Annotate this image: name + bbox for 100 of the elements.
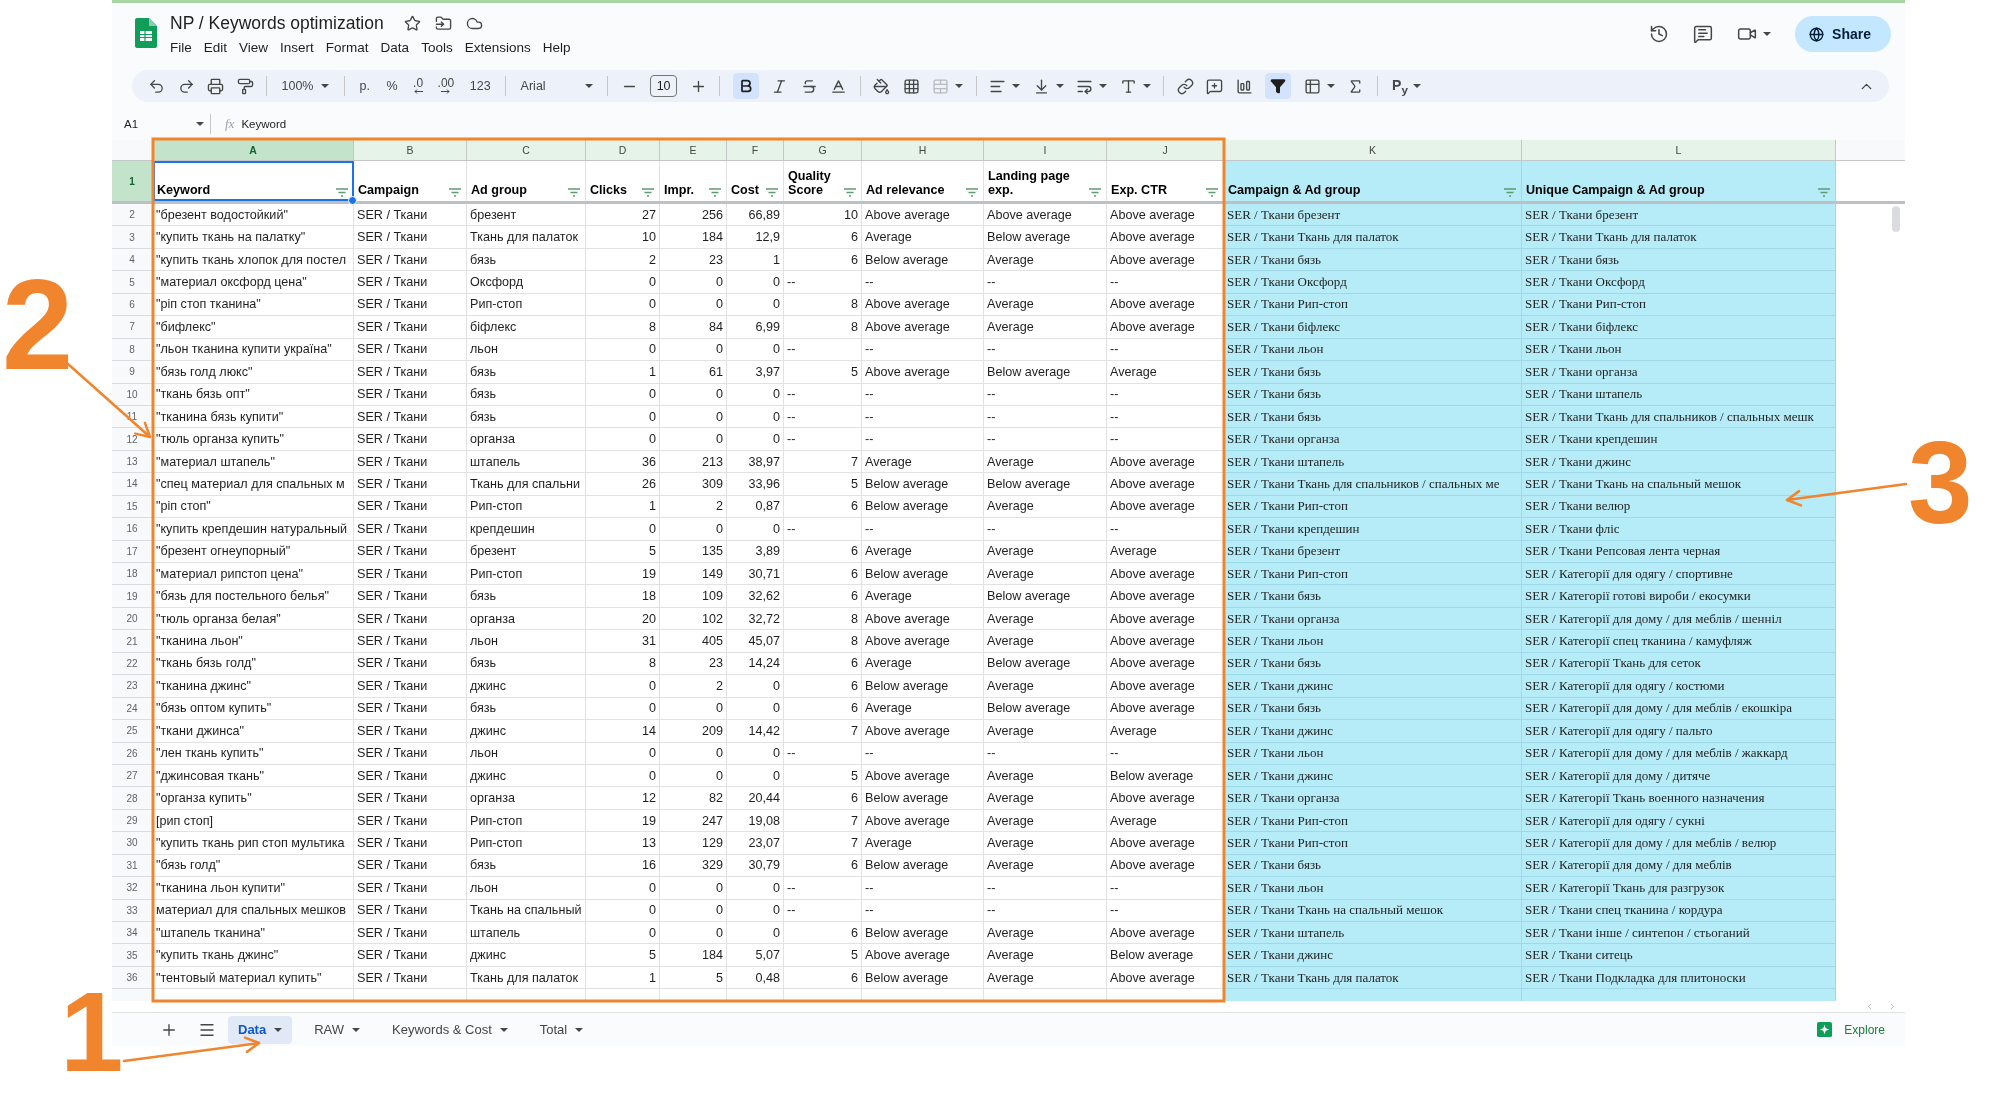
bold-button[interactable] <box>732 73 759 99</box>
row-number[interactable]: 30 <box>112 832 153 855</box>
caret-icon[interactable] <box>1099 84 1108 88</box>
menu-item[interactable]: File <box>164 38 198 57</box>
number-format-button[interactable]: 123 <box>467 73 493 99</box>
filter-icon[interactable] <box>766 188 778 197</box>
filter-icon[interactable] <box>1206 188 1218 197</box>
chart-icon[interactable] <box>1235 77 1253 95</box>
table-icon[interactable] <box>1303 77 1321 95</box>
caret-icon[interactable] <box>1763 32 1772 36</box>
sheet-tab[interactable]: Total <box>529 1015 594 1044</box>
row-number[interactable]: 7 <box>112 316 153 339</box>
filter-icon[interactable] <box>844 188 856 197</box>
name-box[interactable]: A1 <box>124 113 210 135</box>
filter-icon[interactable] <box>709 188 721 197</box>
column-header[interactable]: F <box>727 140 784 160</box>
caret-icon[interactable] <box>1326 84 1335 88</box>
column-header[interactable]: D <box>586 140 660 160</box>
row-number[interactable]: 32 <box>112 877 153 900</box>
column-header[interactable]: G <box>784 140 862 160</box>
column-header[interactable]: E <box>660 140 727 160</box>
link-icon[interactable] <box>1176 77 1194 95</box>
caret-icon[interactable] <box>1412 84 1421 88</box>
row-number[interactable]: 18 <box>112 563 153 586</box>
caret-icon[interactable] <box>196 122 204 126</box>
row-number[interactable]: 16 <box>112 518 153 541</box>
sheet-tab[interactable]: Keywords & Cost <box>382 1015 518 1044</box>
currency-button[interactable]: р. <box>357 73 372 99</box>
row-number[interactable]: 34 <box>112 922 153 945</box>
caret-icon[interactable] <box>321 84 330 88</box>
column-header[interactable]: L <box>1522 140 1836 160</box>
print-icon[interactable] <box>207 77 224 95</box>
paint-bucket-icon[interactable] <box>873 77 891 95</box>
menu-item[interactable]: View <box>233 38 275 57</box>
document-title[interactable]: NP / Keywords optimization <box>170 12 384 34</box>
row-number[interactable]: 21 <box>112 630 153 653</box>
menu-item[interactable]: Insert <box>274 38 320 57</box>
scrollbar-thumb[interactable] <box>1892 206 1900 232</box>
font-size-field[interactable]: 10 <box>650 75 678 97</box>
folder-icon[interactable] <box>434 14 452 32</box>
row-number[interactable]: 2 <box>112 204 153 227</box>
row-number[interactable]: 1 <box>112 161 153 201</box>
row-number[interactable]: 19 <box>112 585 153 608</box>
column-header[interactable]: K <box>1224 140 1522 160</box>
letter-t-icon[interactable] <box>1119 77 1137 95</box>
explore-button[interactable]: Explore <box>1811 1021 1891 1038</box>
row-number[interactable]: 5 <box>112 271 153 294</box>
decrease-decimals-button[interactable]: .0 <box>412 73 425 99</box>
caret-icon[interactable] <box>955 84 964 88</box>
caret-icon[interactable] <box>575 1027 584 1032</box>
row-number[interactable]: 28 <box>112 787 153 810</box>
column-header[interactable]: I <box>984 140 1107 160</box>
percent-button[interactable]: % <box>384 73 400 99</box>
menu-item[interactable]: Edit <box>197 38 234 57</box>
menu-item[interactable]: Data <box>374 38 416 57</box>
row-number[interactable]: 14 <box>112 473 153 496</box>
borders-icon[interactable] <box>902 77 920 95</box>
caret-icon[interactable] <box>1142 84 1151 88</box>
filter-icon[interactable] <box>1504 188 1516 197</box>
row-number[interactable]: 25 <box>112 720 153 743</box>
formula-field[interactable]: Keyword <box>241 113 1905 135</box>
undo-icon[interactable] <box>148 77 165 95</box>
spreadsheet-logo-icon[interactable] <box>135 18 157 48</box>
caret-icon[interactable] <box>352 1027 361 1032</box>
row-number[interactable]: 35 <box>112 944 153 967</box>
caret-icon[interactable] <box>274 1027 283 1032</box>
increase-decimals-button[interactable]: .00 <box>436 73 456 99</box>
add-comment-icon[interactable] <box>1206 77 1224 95</box>
menu-item[interactable]: Extensions <box>458 38 537 57</box>
caret-icon[interactable] <box>1055 84 1064 88</box>
menu-item[interactable]: Help <box>536 38 577 57</box>
filter-icon[interactable] <box>966 188 978 197</box>
filter-icon[interactable] <box>449 188 461 197</box>
caret-icon[interactable] <box>499 1027 508 1032</box>
filter-icon[interactable] <box>642 188 654 197</box>
filter-icon[interactable] <box>568 188 580 197</box>
filter-icon[interactable] <box>336 188 348 197</box>
strikethrough-icon[interactable] <box>800 77 818 95</box>
input-tools-button[interactable]: P$_{y}$ <box>1390 73 1423 99</box>
redo-icon[interactable] <box>177 77 195 95</box>
comment-icon[interactable] <box>1693 24 1714 44</box>
column-header[interactable]: H <box>862 140 984 160</box>
sheet-tab[interactable]: Data <box>228 1015 293 1044</box>
column-header[interactable]: B <box>354 140 467 160</box>
caret-icon[interactable] <box>1012 84 1021 88</box>
caret-icon[interactable] <box>584 84 593 88</box>
row-number[interactable]: 3 <box>112 226 153 249</box>
zoom-select[interactable]: 100% <box>279 73 332 99</box>
font-select[interactable]: Arial <box>518 73 595 99</box>
text-color-icon[interactable] <box>830 77 848 95</box>
row-number[interactable]: 9 <box>112 361 153 384</box>
paint-roller-icon[interactable] <box>236 77 254 95</box>
row-number[interactable]: 23 <box>112 675 153 698</box>
sheet-tab[interactable]: RAW <box>304 1015 371 1044</box>
menu-item[interactable]: Tools <box>415 38 459 57</box>
filter-icon[interactable] <box>1089 188 1101 197</box>
column-header[interactable]: C <box>467 140 586 160</box>
share-button[interactable]: Share <box>1795 16 1891 52</box>
filter-icon[interactable] <box>1818 188 1830 197</box>
menu-item[interactable]: Format <box>319 38 375 57</box>
